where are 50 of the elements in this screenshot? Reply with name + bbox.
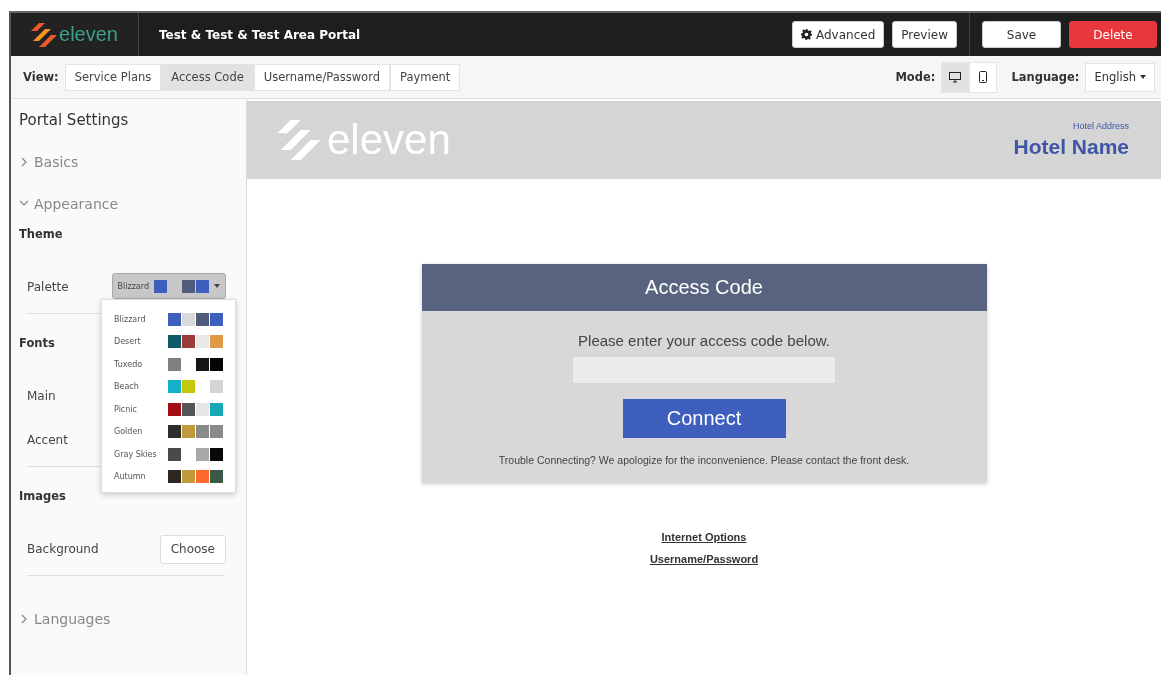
setting-label: Palette [27,280,69,294]
setting-label: Accent [27,433,68,447]
setting-label: Background [27,542,99,556]
delete-button[interactable]: Delete [1069,21,1157,48]
language-label: Language: [1011,70,1080,84]
portal-link[interactable]: Username/Password [247,553,1161,565]
language-dropdown[interactable]: English [1085,62,1155,92]
connect-button[interactable]: Connect [622,399,786,438]
header-button[interactable]: Preview [892,21,957,48]
header-button[interactable]: Advanced [792,21,885,48]
mode-button[interactable] [941,61,970,93]
view-label: View: [23,70,59,84]
phone-icon [979,71,988,83]
stripes-icon [31,22,58,47]
palette-option[interactable]: Gray Skies [102,443,235,466]
view-tab[interactable]: Payment [390,63,461,91]
caret-icon [1140,75,1146,79]
setting-label: Main [27,389,56,403]
help-text: Trouble Connecting? We apologize for the inconvenience. Please contact the front desk. [497,454,911,468]
view-tab[interactable]: Access Code [161,63,254,91]
mode-label: Mode: [895,70,936,84]
view-tab[interactable]: Username/Password [253,63,390,91]
panel-title: Portal Settings [19,111,129,131]
logo: eleven [11,13,139,56]
portal-link[interactable]: Internet Options [247,531,1161,543]
palette-option[interactable]: Golden [102,420,235,443]
palette-dropdown[interactable]: Blizzard [111,273,226,299]
choose-button[interactable]: Choose [159,534,226,564]
header-button[interactable]: Save [982,21,1061,48]
group-heading: Images [19,489,66,505]
prompt-text: Please enter your access code below. [577,332,831,349]
card-title: Access Code [421,264,987,311]
view-tab[interactable]: Service Plans [64,63,162,91]
group-heading: Theme [19,227,63,243]
portal-title: Test & Test & Test Area Portal [159,27,362,42]
palette-option[interactable]: Desert [102,330,235,353]
stripes-icon [277,120,321,160]
gear-icon [801,29,812,40]
palette-option[interactable]: Autumn [102,465,235,488]
hotel-name: Hotel Name [1013,135,1129,159]
section-header[interactable]: Languages [19,598,111,640]
mode-button[interactable] [969,61,998,93]
caret-icon [214,284,220,288]
group-heading: Fonts [19,336,55,352]
palette-option[interactable]: Picnic [102,398,235,421]
hotel-address: Hotel Address [1071,121,1129,131]
monitor-icon [949,71,962,83]
palette-option[interactable]: Tuxedo [102,353,235,376]
palette-option[interactable]: Blizzard [102,308,235,331]
palette-option[interactable]: Beach [102,375,235,398]
